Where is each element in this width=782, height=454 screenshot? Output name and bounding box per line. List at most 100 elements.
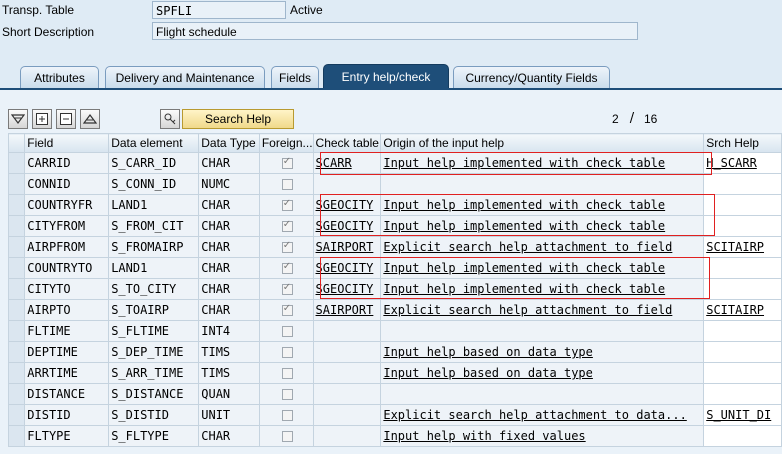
table-row[interactable]: CITYFROMS_FROM_CITCHAR SGEOCITYInput help…	[7, 215, 782, 237]
data-element-cell: S_CONN_ID	[108, 173, 200, 195]
search-help-cell[interactable]	[703, 194, 782, 216]
row-selector[interactable]	[7, 425, 26, 447]
row-selector[interactable]	[7, 341, 26, 363]
move-up-icon[interactable]	[80, 109, 100, 129]
row-selector[interactable]	[7, 320, 26, 342]
origin-input-help-cell[interactable]	[380, 173, 705, 195]
table-row[interactable]: DEPTIME S_DEP_TIME TIMS Input help based on…	[7, 341, 782, 363]
table-row[interactable]: DISTANCE S_DISTANCE QUAN	[7, 383, 782, 405]
search-help-cell[interactable]	[703, 173, 782, 195]
row-selector[interactable]	[7, 404, 26, 426]
table-row[interactable]: AIRPTOS_TOAIRPCHAR SAIRPORTExplicit searc…	[7, 299, 782, 321]
origin-input-help-cell[interactable]: Input help implemented with check table	[380, 278, 705, 300]
column-header-data-element[interactable]: Data element	[108, 133, 200, 153]
data-element-cell: S_FROMAIRP	[108, 236, 200, 258]
unchecked-checkbox-icon	[281, 347, 293, 358]
check-table-cell[interactable]: SGEOCITY	[312, 215, 382, 237]
row-selector[interactable]	[7, 152, 26, 174]
table-row[interactable]: COUNTRYFRLAND1CHAR SGEOCITYInput help imp…	[7, 194, 782, 216]
search-help-cell[interactable]	[703, 257, 782, 279]
check-table-cell[interactable]: SGEOCITY	[312, 194, 382, 216]
check-table-cell[interactable]: SAIRPORT	[312, 236, 382, 258]
tab-entry-help-check[interactable]: Entry help/check	[323, 64, 449, 88]
origin-input-help-cell[interactable]: Input help implemented with check table	[380, 215, 705, 237]
origin-input-help-cell[interactable]	[380, 320, 705, 342]
table-row[interactable]: CITYTOS_TO_CITYCHAR SGEOCITYInput help im…	[7, 278, 782, 300]
table-row[interactable]: FLTYPE S_FLTYPE CHAR Input help with fixed …	[7, 425, 782, 447]
origin-input-help-cell[interactable]	[380, 383, 705, 405]
row-selector[interactable]	[7, 278, 26, 300]
tab-delivery-maintenance[interactable]: Delivery and Maintenance	[105, 66, 265, 88]
column-header-origin-input-help[interactable]: Origin of the input help	[380, 133, 705, 153]
check-table-cell[interactable]	[312, 173, 382, 195]
origin-input-help-cell[interactable]: Input help with fixed values	[380, 425, 705, 447]
table-row[interactable]: DISTID S_DISTID UNIT Explicit search help a…	[7, 404, 782, 426]
origin-input-help-cell[interactable]: Input help implemented with check table	[380, 194, 705, 216]
origin-input-help-cell[interactable]: Input help implemented with check table	[380, 257, 705, 279]
key-icon[interactable]	[160, 109, 180, 129]
check-table-cell[interactable]	[312, 383, 382, 405]
search-help-button[interactable]: Search Help	[182, 109, 294, 129]
origin-input-help-cell[interactable]: Explicit search help attachment to field	[380, 299, 705, 321]
search-help-cell[interactable]	[703, 215, 782, 237]
check-table-cell[interactable]	[312, 404, 382, 426]
data-type-cell: CHAR	[198, 236, 260, 258]
row-selector[interactable]	[7, 383, 26, 405]
search-help-cell[interactable]	[703, 278, 782, 300]
select-all-corner[interactable]	[7, 133, 26, 153]
field-cell: FLTIME	[24, 320, 110, 342]
check-table-cell[interactable]	[312, 425, 382, 447]
check-table-cell[interactable]: SAIRPORT	[312, 299, 382, 321]
table-row[interactable]: FLTIME S_FLTIME INT4	[7, 320, 782, 342]
search-help-cell[interactable]: SCITAIRP	[703, 236, 782, 258]
search-help-cell[interactable]: SCITAIRP	[703, 299, 782, 321]
short-description-field[interactable]: Flight schedule	[152, 22, 638, 40]
table-row[interactable]: AIRPFROMS_FROMAIRPCHAR SAIRPORTExplicit s…	[7, 236, 782, 258]
search-help-cell[interactable]	[703, 383, 782, 405]
origin-input-help-cell[interactable]: Explicit search help attachment to data.…	[380, 404, 705, 426]
table-row[interactable]: CONNID S_CONN_ID NUMC	[7, 173, 782, 195]
origin-input-help-cell[interactable]: Input help based on data type	[380, 362, 705, 384]
row-selector[interactable]	[7, 299, 26, 321]
check-table-cell[interactable]	[312, 362, 382, 384]
delete-row-icon[interactable]	[56, 109, 76, 129]
row-selector[interactable]	[7, 194, 26, 216]
transp-table-label: Transp. Table	[2, 3, 75, 17]
table-row[interactable]: COUNTRYTOLAND1CHAR SGEOCITYInput help imp…	[7, 257, 782, 279]
column-header-search-help[interactable]: Srch Help	[703, 133, 782, 153]
check-table-cell[interactable]: SGEOCITY	[312, 257, 382, 279]
search-help-cell[interactable]	[703, 320, 782, 342]
origin-input-help-cell[interactable]: Input help based on data type	[380, 341, 705, 363]
row-selector[interactable]	[7, 236, 26, 258]
tab-fields[interactable]: Fields	[271, 66, 319, 88]
table-row[interactable]: ARRTIME S_ARR_TIME TIMS Input help based on…	[7, 362, 782, 384]
origin-input-help-cell[interactable]: Explicit search help attachment to field	[380, 236, 705, 258]
select-all-icon[interactable]	[8, 109, 28, 129]
table-row[interactable]: CARRIDS_CARR_IDCHAR SCARRInput help imple…	[7, 152, 782, 174]
row-selector[interactable]	[7, 257, 26, 279]
tab-currency-quantity-fields[interactable]: Currency/Quantity Fields	[453, 66, 610, 88]
row-selector[interactable]	[7, 362, 26, 384]
column-header-check-table[interactable]: Check table	[312, 133, 382, 153]
row-selector[interactable]	[7, 173, 26, 195]
foreign-key-checkbox	[258, 278, 314, 300]
search-help-cell[interactable]: H_SCARR	[703, 152, 782, 174]
tab-attributes[interactable]: Attributes	[20, 66, 99, 88]
check-table-cell[interactable]: SCARR	[312, 152, 382, 174]
check-table-cell[interactable]	[312, 341, 382, 363]
data-element-cell: S_ARR_TIME	[108, 362, 200, 384]
origin-input-help-cell[interactable]: Input help implemented with check table	[380, 152, 705, 174]
foreign-key-checkbox	[258, 425, 314, 447]
search-help-cell[interactable]	[703, 425, 782, 447]
search-help-cell[interactable]	[703, 362, 782, 384]
search-help-cell[interactable]: S_UNIT_DI	[703, 404, 782, 426]
check-table-cell[interactable]: SGEOCITY	[312, 278, 382, 300]
search-help-cell[interactable]	[703, 341, 782, 363]
column-header-field[interactable]: Field	[24, 133, 110, 153]
column-header-foreign-key[interactable]: Foreign...	[258, 133, 314, 153]
insert-row-icon[interactable]	[32, 109, 52, 129]
check-table-cell[interactable]	[312, 320, 382, 342]
row-selector[interactable]	[7, 215, 26, 237]
transp-table-field[interactable]: SPFLI	[152, 1, 286, 19]
column-header-data-type[interactable]: Data Type	[198, 133, 260, 153]
